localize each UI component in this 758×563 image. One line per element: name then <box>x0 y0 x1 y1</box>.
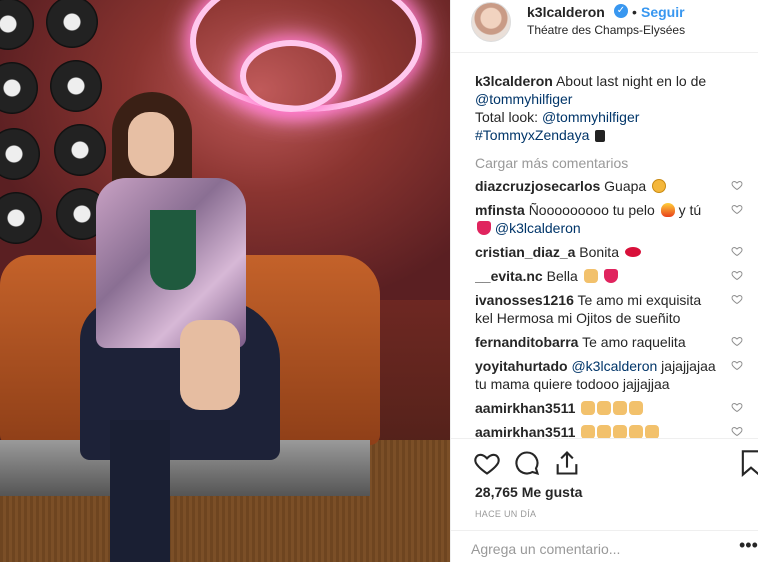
post-photo[interactable] <box>0 0 450 562</box>
post-caption: k3lcalderon About last night en lo de @t… <box>475 72 749 144</box>
post-header: k3lcalderon ✓ • Seguir Théatre des Champ… <box>451 0 758 53</box>
caption-text: About last night en lo de <box>555 73 707 89</box>
comment-like-heart-icon[interactable] <box>731 401 743 413</box>
vinyl-record <box>54 124 106 176</box>
add-comment-input[interactable] <box>469 538 713 560</box>
raised-hands-emoji-icon <box>645 425 660 438</box>
ok-hand-emoji-icon <box>613 401 628 415</box>
boot-emoji-icon <box>595 130 606 142</box>
comment-like-heart-icon[interactable] <box>731 179 743 191</box>
comment-like-heart-icon[interactable] <box>731 293 743 305</box>
comment-item: mfinsta Ñooooooooo tu pelo y tú @k3lcald… <box>475 201 749 237</box>
photo-person <box>110 420 170 562</box>
raised-hands-emoji-icon <box>581 425 596 438</box>
comment-like-heart-icon[interactable] <box>731 425 743 437</box>
comment-item: aamirkhan3511 <box>475 423 749 438</box>
comment-username[interactable]: fernanditobarra <box>475 334 578 350</box>
red-heart-emoji-icon <box>603 269 618 283</box>
comment-username[interactable]: cristian_diaz_a <box>475 244 575 260</box>
red-heart-emoji-icon <box>477 221 491 235</box>
header-separator: • <box>632 4 637 20</box>
comment-text: Bella <box>546 268 578 284</box>
fire-emoji-icon <box>660 203 675 217</box>
post-sidebar: k3lcalderon ✓ • Seguir Théatre des Champ… <box>450 0 758 562</box>
ok-hand-emoji-icon <box>597 401 612 415</box>
comment-username[interactable]: ivanosses1216 <box>475 292 574 308</box>
ok-hand-emoji-icon <box>629 401 644 415</box>
lips-emoji-icon <box>624 247 641 257</box>
comment-item: fernanditobarra Te amo raquelita <box>475 333 749 351</box>
comment-like-heart-icon[interactable] <box>731 269 743 281</box>
comment-item: aamirkhan3511 <box>475 399 749 417</box>
vinyl-record <box>50 60 102 112</box>
photo-person <box>128 112 174 176</box>
comment-text: Guapa <box>604 178 647 194</box>
comment-text: Te amo raquelita <box>582 334 686 350</box>
comment-text: Ñooooooooo tu pelo <box>528 202 655 218</box>
comment-mention[interactable]: @k3lcalderon <box>571 358 657 374</box>
add-comment-bar: ••• <box>451 530 758 563</box>
comment-like-heart-icon[interactable] <box>731 203 743 215</box>
bookmark-icon[interactable] <box>737 449 758 477</box>
caption-mention[interactable]: @tommyhilfiger <box>542 109 639 125</box>
raised-hands-emoji-icon <box>583 269 598 283</box>
comment-item: ivanosses1216 Te amo mi exquisita kel He… <box>475 291 749 327</box>
comment-text: Bonita <box>579 244 619 260</box>
comment-username[interactable]: diazcruzjosecarlos <box>475 178 600 194</box>
comment-item: cristian_diaz_a Bonita <box>475 243 749 261</box>
avatar[interactable] <box>471 2 511 42</box>
comment-username[interactable]: __evita.nc <box>475 268 543 284</box>
comment-username[interactable]: aamirkhan3511 <box>475 400 575 416</box>
more-options-icon[interactable]: ••• <box>739 535 758 556</box>
post-timestamp[interactable]: HACE UN DÍA <box>475 509 536 519</box>
comment-username[interactable]: aamirkhan3511 <box>475 424 575 438</box>
likes-count[interactable]: 28,765 Me gusta <box>475 484 582 500</box>
photo-person <box>150 210 196 290</box>
caption-username[interactable]: k3lcalderon <box>475 73 553 89</box>
raised-hands-emoji-icon <box>629 425 644 438</box>
post-location[interactable]: Théatre des Champs-Elysées <box>527 23 685 37</box>
raised-hands-emoji-icon <box>613 425 628 438</box>
follow-button[interactable]: Seguir <box>641 4 685 20</box>
comment-item: diazcruzjosecarlos Guapa <box>475 177 749 195</box>
comment-like-heart-icon[interactable] <box>731 335 743 347</box>
comment-mention[interactable]: @k3lcalderon <box>495 220 581 236</box>
caption-hashtag[interactable]: #TommyxZendaya <box>475 127 589 143</box>
comment-text: y tú <box>678 202 702 218</box>
comment-icon[interactable] <box>513 449 541 477</box>
comment-like-heart-icon[interactable] <box>731 359 743 371</box>
comment-item: yoyitahurtado @k3lcalderon jajajjajaa tu… <box>475 357 749 393</box>
smiling-face-emoji-icon <box>652 179 667 193</box>
comment-username[interactable]: yoyitahurtado <box>475 358 568 374</box>
caption-mention[interactable]: @tommyhilfiger <box>475 91 572 107</box>
verified-badge-icon: ✓ <box>614 4 628 18</box>
comment-username[interactable]: mfinsta <box>475 202 525 218</box>
load-more-comments-button[interactable]: Cargar más comentarios <box>475 154 749 172</box>
heart-icon[interactable] <box>473 449 501 477</box>
photo-person <box>180 320 240 410</box>
share-icon[interactable] <box>553 449 581 477</box>
comment-item: __evita.nc Bella <box>475 267 749 285</box>
raised-hands-emoji-icon <box>597 425 612 438</box>
post-username[interactable]: k3lcalderon <box>527 4 605 20</box>
ok-hand-emoji-icon <box>581 401 596 415</box>
post-actions: 28,765 Me gusta HACE UN DÍA <box>451 438 758 529</box>
comment-like-heart-icon[interactable] <box>731 245 743 257</box>
caption-text: Total look: <box>475 109 539 125</box>
comments-list[interactable]: k3lcalderon About last night en lo de @t… <box>475 72 749 438</box>
neon-sign <box>240 40 342 112</box>
